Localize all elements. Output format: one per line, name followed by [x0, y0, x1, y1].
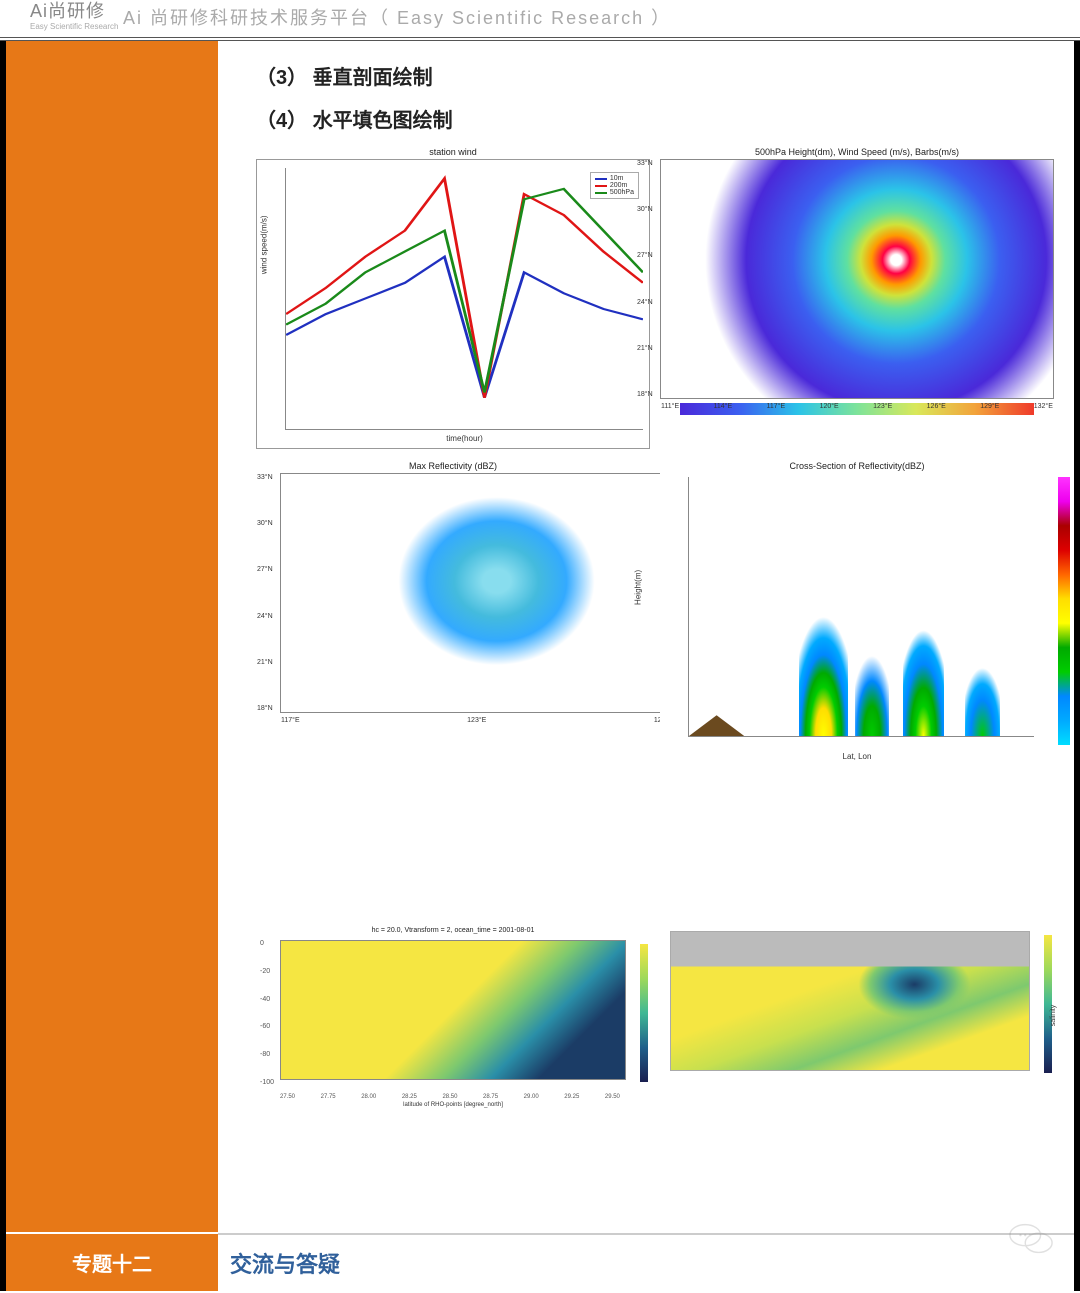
charts-grid: station wind 10m 200m 500hPa: [256, 147, 1054, 1106]
header-title: Ai 尚研修科研技术服务平台（ Easy Scientific Research…: [123, 4, 671, 30]
page-header: Ai尚研修 Easy Scientific Research Ai 尚研修科研技…: [0, 0, 1080, 41]
legend-item: 10m: [610, 175, 624, 182]
map-plot: 33°N30°N27°N24°N21°N18°N 111°E114°E117°E…: [660, 159, 1054, 399]
ocean-plot: [280, 940, 626, 1080]
legend-item: 200m: [610, 182, 628, 189]
chart-title: hc = 20.0, Vtransform = 2, ocean_time = …: [256, 927, 650, 934]
main-content: （3） 垂直剖面绘制 （4） 水平填色图绘制 station wind: [218, 41, 1074, 1291]
footer-title: 交流与答疑: [218, 1235, 1074, 1291]
x-axis-label: latitude of RHO-points [degree_north]: [403, 1102, 503, 1108]
y-axis-label: Height(m): [634, 570, 643, 605]
ocean-map-plot: [670, 931, 1030, 1071]
line-plot: 10m 200m 500hPa time(hour) wind speed(m/…: [285, 168, 643, 430]
x-axis-label: Lat, Lon: [843, 752, 872, 761]
y-axis-label: wind speed(m/s): [260, 215, 269, 274]
x-axis-label: time(hour): [446, 434, 482, 443]
heading-3: （3） 垂直剖面绘制: [256, 61, 1054, 90]
chart-ocean-salinity: salinity: [660, 927, 1054, 1106]
legend: 10m 200m 500hPa: [590, 172, 639, 199]
chart-title: 500hPa Height(dm), Wind Speed (m/s), Bar…: [660, 147, 1054, 157]
sidebar-topic-label: 专题十二: [6, 1232, 218, 1291]
chart-cross-section: Cross-Section of Reflectivity(dBZ): [660, 461, 1054, 763]
chart-title: Cross-Section of Reflectivity(dBZ): [660, 461, 1054, 471]
chart-title: Max Reflectivity (dBZ): [256, 461, 650, 471]
map-plot: 33°N30°N27°N24°N21°N18°N 117°E123°E129°E: [280, 473, 674, 713]
chart-500hpa: 500hPa Height(dm), Wind Speed (m/s), Bar…: [660, 147, 1054, 449]
legend-item: 500hPa: [610, 189, 634, 196]
chart-title: station wind: [256, 147, 650, 157]
logo-main: Ai尚研修: [30, 1, 105, 21]
logo-subtitle: Easy Scientific Research: [30, 22, 123, 31]
colorbar: [1058, 477, 1070, 745]
footer-row: 交流与答疑: [218, 1233, 1074, 1291]
chat-bubble-icon: [1008, 1221, 1054, 1257]
chart-station-wind: station wind 10m 200m 500hPa: [256, 147, 650, 449]
chart-ocean-vertical: hc = 20.0, Vtransform = 2, ocean_time = …: [256, 927, 650, 1106]
sidebar: 专题十二: [6, 41, 218, 1291]
cross-plot: [688, 477, 1034, 737]
colorbar: [640, 944, 648, 1082]
colorbar-label: salinity: [1050, 1005, 1057, 1026]
logo: Ai尚研修 Easy Scientific Research: [30, 2, 123, 31]
body: 专题十二 （3） 垂直剖面绘制 （4） 水平填色图绘制 station wind: [0, 41, 1080, 1291]
chart-max-reflectivity: Max Reflectivity (dBZ) 33°N30°N27°N24°N2…: [256, 461, 650, 763]
heading-4: （4） 水平填色图绘制: [256, 104, 1054, 133]
